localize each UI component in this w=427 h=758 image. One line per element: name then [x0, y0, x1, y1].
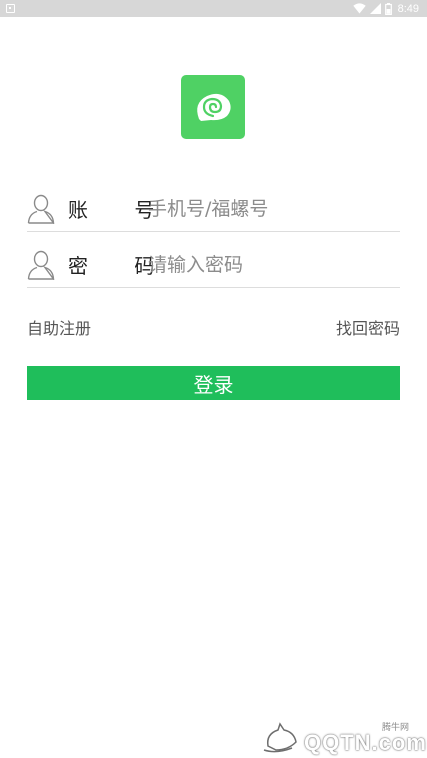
- password-input[interactable]: [148, 246, 400, 283]
- watermark: 腾牛网 QQTN.com: [262, 718, 426, 755]
- login-button[interactable]: 登录: [27, 366, 400, 400]
- signal-icon: [369, 3, 381, 14]
- wifi-icon: [352, 3, 366, 14]
- password-label: 密 码: [68, 254, 175, 278]
- forgot-password-link[interactable]: 找回密码: [336, 315, 400, 339]
- notification-icon: [6, 4, 15, 13]
- status-time: 8:49: [397, 2, 419, 15]
- password-field: 密 码: [27, 242, 400, 288]
- user-icon: [27, 194, 55, 224]
- user-icon: [27, 250, 55, 280]
- snail-shell-icon: [197, 93, 231, 121]
- watermark-text: QQTN.com: [304, 730, 427, 755]
- status-bar: 8:49: [0, 0, 427, 17]
- account-input[interactable]: [148, 190, 400, 227]
- battery-icon: [384, 2, 392, 15]
- account-field: 账 号: [27, 186, 400, 232]
- watermark-logo-icon: [263, 722, 297, 753]
- login-screen: 8:49 账 号 密 码 自助注册 找回密码 登录 腾牛网 QQTN.co: [0, 0, 427, 758]
- register-link[interactable]: 自助注册: [27, 315, 91, 339]
- account-label: 账 号: [68, 198, 175, 222]
- status-icons: 8:49: [352, 0, 419, 17]
- app-logo: [181, 75, 245, 139]
